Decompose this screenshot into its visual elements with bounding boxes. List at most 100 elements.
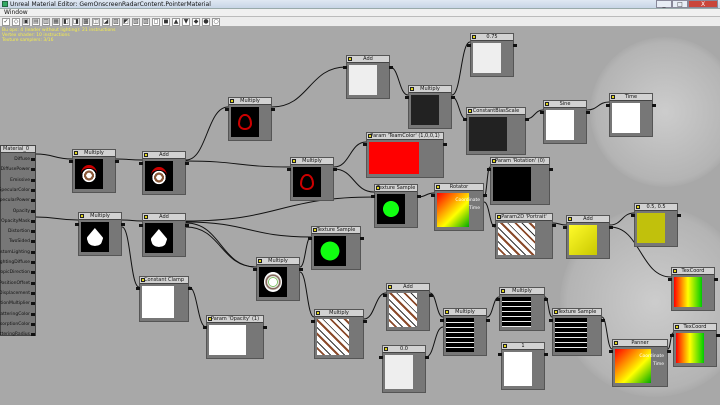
node-input-pin[interactable] [467,44,471,47]
node-collapse-icon[interactable] [673,269,677,273]
toolbar-button-18[interactable]: ▼ [182,18,190,26]
node-input-pin[interactable] [203,326,207,329]
toolbar-button-3[interactable]: ▤ [32,18,40,26]
node-input-pin[interactable] [606,104,610,107]
node-output-pin[interactable] [451,96,455,99]
node-rotator1[interactable]: Rotator Coordinate Time [431,183,487,231]
toolbar-button-11[interactable]: ▨ [112,18,120,26]
node-collapse-icon[interactable] [144,215,148,219]
node-output-pin[interactable] [714,278,718,281]
material-input-pin[interactable] [31,271,35,275]
toolbar-button-16[interactable]: ◼ [162,18,170,26]
material-input-pin[interactable] [31,302,35,306]
node-collapse-icon[interactable] [554,310,558,314]
maximize-button[interactable]: □ [672,0,688,8]
node-multiply7[interactable]: Multiply [311,309,367,359]
toolbar-button-2[interactable]: ▣ [22,18,30,26]
node-output-pin[interactable] [443,143,447,146]
node-collapse-icon[interactable] [74,151,78,155]
node-collapse-icon[interactable] [611,95,615,99]
node-output-pin[interactable] [185,162,189,165]
node-input-pin[interactable] [75,223,79,226]
graph-canvas[interactable]: Bu ops: 4 (leader without lighting): 21 … [0,27,720,405]
toolbar-button-19[interactable]: ◆ [192,18,200,26]
node-const1[interactable]: 1 [498,342,548,390]
material-input-pin[interactable] [31,333,35,337]
node-output-pin[interactable] [586,111,590,114]
toolbar-button-12[interactable]: ◩ [122,18,130,26]
toolbar-button-6[interactable]: ◧ [62,18,70,26]
toolbar-button-15[interactable]: ◻ [152,18,160,26]
node-collapse-icon[interactable] [503,344,507,348]
node-multiply4[interactable]: Multiply [287,157,337,201]
node-input-pin[interactable] [549,319,553,322]
material-input-pin[interactable] [31,312,35,316]
node-input-pin[interactable] [431,194,435,197]
node-collapse-icon[interactable] [445,310,449,314]
material-input-pin[interactable] [31,240,35,244]
material-input-pin[interactable] [31,261,35,264]
node-output-pin[interactable] [363,320,367,323]
material-input-pin[interactable] [31,158,35,161]
node-multiply3[interactable]: Multiply [225,97,275,141]
node-output-pin[interactable] [121,223,125,226]
toolbar-button-8[interactable]: ▩ [82,18,90,26]
node-output-pin[interactable] [609,226,613,229]
toolbar-button-20[interactable]: ● [202,18,210,26]
node-input-pin[interactable] [631,214,635,217]
toolbar-button-13[interactable]: ▧ [132,18,140,26]
node-collapse-icon[interactable] [141,278,145,282]
node-multiply9[interactable]: Multiply [496,287,548,331]
node-output-pin[interactable] [513,44,517,47]
node-collapse-icon[interactable] [472,35,476,39]
node-input-pin[interactable] [440,319,444,322]
node-output-pin[interactable] [417,195,421,198]
node-collapse-icon[interactable] [80,214,84,218]
node-output-pin[interactable] [425,356,429,359]
node-input-pin[interactable] [139,162,143,165]
node-time1[interactable]: Time [606,93,656,137]
node-output-pin[interactable] [299,268,303,271]
toolbar-button-4[interactable]: ▥ [42,18,50,26]
node-output-pin[interactable] [544,298,548,301]
material-input-pin[interactable] [31,168,35,172]
node-const0[interactable]: 0.0 [379,345,429,393]
close-button[interactable]: X [688,0,718,8]
node-sine[interactable]: Sine [540,100,590,144]
node-output-pin[interactable] [271,108,275,111]
node-const075[interactable]: 0.75 [467,33,517,77]
node-input-pin[interactable] [69,160,73,163]
node-multiply5[interactable]: Multiply [405,85,455,129]
node-input-pin[interactable] [668,278,672,281]
node-input-pin[interactable] [253,268,257,271]
node-input-pin[interactable] [487,168,491,171]
node-add1[interactable]: Add [139,151,189,195]
node-output-pin[interactable] [333,168,337,171]
node-collapse-icon[interactable] [410,87,414,91]
node-collapse-icon[interactable] [492,159,496,163]
node-input-pin[interactable] [540,111,544,114]
node-output-pin[interactable] [525,118,529,121]
node-input-pin[interactable] [563,226,567,229]
node-output-pin[interactable] [667,350,671,353]
node-input-pin[interactable] [405,96,409,99]
material-input-pin[interactable] [31,209,35,213]
material-input-pin[interactable] [31,188,35,192]
node-collapse-icon[interactable] [144,153,148,157]
node-multiply1[interactable]: Multiply [69,149,119,193]
node-collapse-icon[interactable] [316,311,320,315]
node-input-pin[interactable] [496,298,500,301]
node-collapse-icon[interactable] [675,325,679,329]
node-collapse-icon[interactable] [388,285,392,289]
node-paramTeamColor[interactable]: Param 'TeamColor' (1,0,0,1) [363,132,447,178]
node-output-pin[interactable] [429,294,433,297]
node-output-pin[interactable] [549,168,553,171]
toolbar-button-1[interactable]: ◇ [12,18,20,26]
node-texsample3[interactable]: Texture Sample [549,308,605,356]
node-collapse-icon[interactable] [313,228,317,232]
node-input-pin[interactable] [609,350,613,353]
node-output-pin[interactable] [483,194,487,197]
node-collapse-icon[interactable] [436,185,440,189]
node-collapse-icon[interactable] [636,205,640,209]
material-input-pin[interactable] [31,250,35,254]
